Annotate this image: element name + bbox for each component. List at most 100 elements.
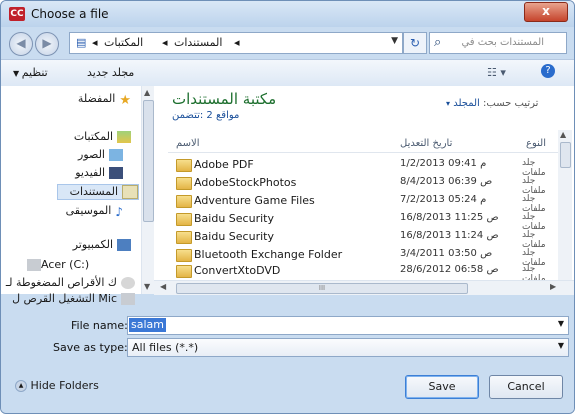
content-area: ★المفضلة المكتبات الصور الفيديو المستندا… — [1, 86, 574, 305]
breadcrumb-libraries[interactable]: المكتبات — [104, 36, 143, 49]
close-button[interactable]: x — [524, 2, 568, 22]
folder-icon — [176, 177, 192, 190]
folder-icon — [176, 195, 192, 208]
chevron-down-icon[interactable]: ▼ — [558, 341, 564, 350]
table-row[interactable]: AdobeStockPhotos 8/4/2013 06:39 ص جلد مل… — [168, 174, 558, 196]
file-date: 3/4/2011 03:50 ص — [400, 248, 493, 259]
hide-folders-button[interactable]: ▲ Hide Folders — [15, 379, 99, 392]
file-name-label: File name: — [71, 319, 128, 332]
column-header-name[interactable]: الاسم — [176, 138, 200, 149]
folder-icon: ▤ — [76, 36, 87, 49]
table-row[interactable]: ConvertXtoDVD 28/6/2012 06:58 ص جلد ملفا… — [168, 262, 558, 284]
videos-icon — [109, 167, 123, 179]
save-type-value: All files (*.*) — [132, 341, 199, 354]
sidebar-item-videos[interactable]: الفيديو — [75, 166, 123, 179]
sidebar-item-mic-drive[interactable]: Mic التشغيل القرص ل — [12, 292, 135, 305]
refresh-button[interactable]: ↻ — [403, 32, 427, 54]
file-date: 7/2/2013 05:24 م — [400, 194, 487, 205]
command-toolbar: ▼ تنظيم مجلد جديد ☷ ▾ ? — [1, 59, 574, 87]
cancel-button[interactable]: Cancel — [489, 375, 563, 399]
app-icon: CC — [9, 7, 25, 21]
table-row[interactable]: Adventure Game Files 7/2/2013 05:24 م جل… — [168, 192, 558, 214]
file-name: Adobe PDF — [194, 158, 254, 171]
library-title: مكتبة المستندات — [172, 90, 277, 108]
sidebar-label: المفضلة — [77, 92, 116, 105]
save-type-select[interactable]: All files (*.*) ▼ — [127, 338, 569, 357]
sidebar-label: ك الأقراص المضغوطة لـ — [5, 276, 117, 289]
sidebar-item-cd-drive[interactable]: ك الأقراص المضغوطة لـ — [6, 276, 135, 289]
arrange-value[interactable]: المجلد — [453, 98, 480, 109]
disc-icon — [121, 277, 135, 289]
navigation-scrollbar[interactable]: ▲ ▼ — [141, 86, 154, 294]
breadcrumb-documents[interactable]: المستندات — [174, 36, 222, 49]
folder-icon — [176, 231, 192, 244]
arrange-by[interactable]: ترتيب حسب: المجلد ▾ — [446, 98, 538, 109]
chevron-down-icon[interactable]: ▼ — [558, 319, 564, 328]
folder-icon — [176, 265, 192, 278]
file-name: Baidu Security — [194, 212, 274, 225]
sidebar-item-pictures[interactable]: الصور — [78, 148, 123, 161]
table-row[interactable]: Baidu Security 16/8/2013 11:24 ص جلد ملف… — [168, 228, 558, 250]
save-button[interactable]: Save — [405, 375, 479, 399]
navigation-pane: ★المفضلة المكتبات الصور الفيديو المستندا… — [1, 86, 154, 305]
window-title: Choose a file — [31, 7, 109, 21]
library-locations-link[interactable]: مواقع 2 :تتضمن — [172, 110, 239, 121]
file-date: 1/2/2013 09:41 م — [400, 158, 487, 169]
address-bar[interactable]: ▤ ◂ المكتبات ◂ المستندات ◂ ▼ — [69, 32, 403, 54]
scroll-left-icon[interactable]: ◀ — [160, 282, 166, 291]
help-icon[interactable]: ? — [541, 64, 555, 78]
pictures-icon — [109, 149, 123, 161]
sidebar-item-documents[interactable]: المستندات — [56, 184, 139, 200]
scroll-right-icon[interactable]: ▶ — [550, 282, 556, 291]
sidebar-item-drive-c[interactable]: Acer (C:) — [23, 258, 89, 271]
scroll-thumb[interactable] — [143, 100, 154, 222]
forward-button[interactable]: ▶ — [35, 32, 59, 56]
back-button[interactable]: ◀ — [9, 32, 33, 56]
file-date: 16/8/2013 11:25 ص — [400, 212, 499, 223]
sidebar-item-music[interactable]: ♪الموسيقى — [66, 204, 123, 219]
horizontal-scrollbar[interactable]: ◀ III ▶ — [154, 280, 574, 295]
column-header-date[interactable]: تاريخ التعديل — [400, 138, 452, 149]
file-name-value: salam — [129, 318, 166, 332]
dialog-footer: ▲ Hide Folders Save Cancel — [1, 359, 574, 413]
sidebar-label: الصور — [78, 148, 105, 161]
chevron-down-icon[interactable]: ▼ — [391, 36, 398, 46]
scroll-up-icon[interactable]: ▲ — [560, 130, 566, 139]
folder-icon — [176, 159, 192, 172]
scroll-thumb[interactable]: III — [176, 283, 468, 294]
folder-icon — [176, 249, 192, 262]
sidebar-label: المكتبات — [73, 130, 113, 143]
file-name: AdobeStockPhotos — [194, 176, 297, 189]
chevron-up-icon: ▲ — [15, 380, 27, 392]
refresh-icon: ↻ — [409, 36, 421, 50]
header-divider — [168, 152, 558, 153]
drive-icon — [27, 259, 41, 271]
file-list-pane: مكتبة المستندات مواقع 2 :تتضمن ترتيب حسب… — [154, 86, 574, 295]
view-icon[interactable]: ☷ ▾ — [487, 66, 506, 79]
save-type-label: Save as type: — [53, 341, 128, 354]
column-header-type[interactable]: النوع — [526, 138, 546, 149]
hide-folders-label: Hide Folders — [30, 379, 99, 392]
sidebar-item-libraries[interactable]: المكتبات — [74, 130, 131, 143]
file-dialog: CC Choose a file x ◀ ▶ ▤ ◂ المكتبات ◂ ال… — [0, 0, 575, 414]
table-row[interactable]: Adobe PDF 1/2/2013 09:41 م جلد ملفات — [168, 156, 558, 178]
organize-menu[interactable]: ▼ تنظيم — [13, 66, 48, 79]
breadcrumb-separator: ◂ — [234, 36, 240, 49]
sidebar-item-computer[interactable]: الكمبيوتر — [73, 238, 131, 251]
sidebar-label: الكمبيوتر — [72, 238, 113, 251]
arrange-label: ترتيب حسب: — [483, 98, 539, 109]
file-name-field[interactable]: salam ▼ — [127, 316, 569, 335]
sidebar-label: الفيديو — [75, 166, 105, 179]
scroll-up-icon[interactable]: ▲ — [144, 88, 150, 97]
library-icon — [117, 131, 131, 143]
search-input[interactable]: ⌕ المستندات بحث في — [429, 32, 567, 54]
sidebar-item-favorites[interactable]: ★المفضلة — [77, 92, 131, 108]
music-icon: ♪ — [115, 205, 123, 219]
new-folder-button[interactable]: مجلد جديد — [87, 66, 134, 79]
scroll-thumb[interactable] — [560, 142, 571, 168]
file-name: Baidu Security — [194, 230, 274, 243]
table-row[interactable]: Baidu Security 16/8/2013 11:25 ص جلد ملف… — [168, 210, 558, 232]
scroll-down-icon[interactable]: ▼ — [144, 282, 150, 291]
file-list-scrollbar[interactable]: ▲ — [558, 130, 572, 280]
sidebar-label: Acer (C:) — [41, 258, 90, 271]
